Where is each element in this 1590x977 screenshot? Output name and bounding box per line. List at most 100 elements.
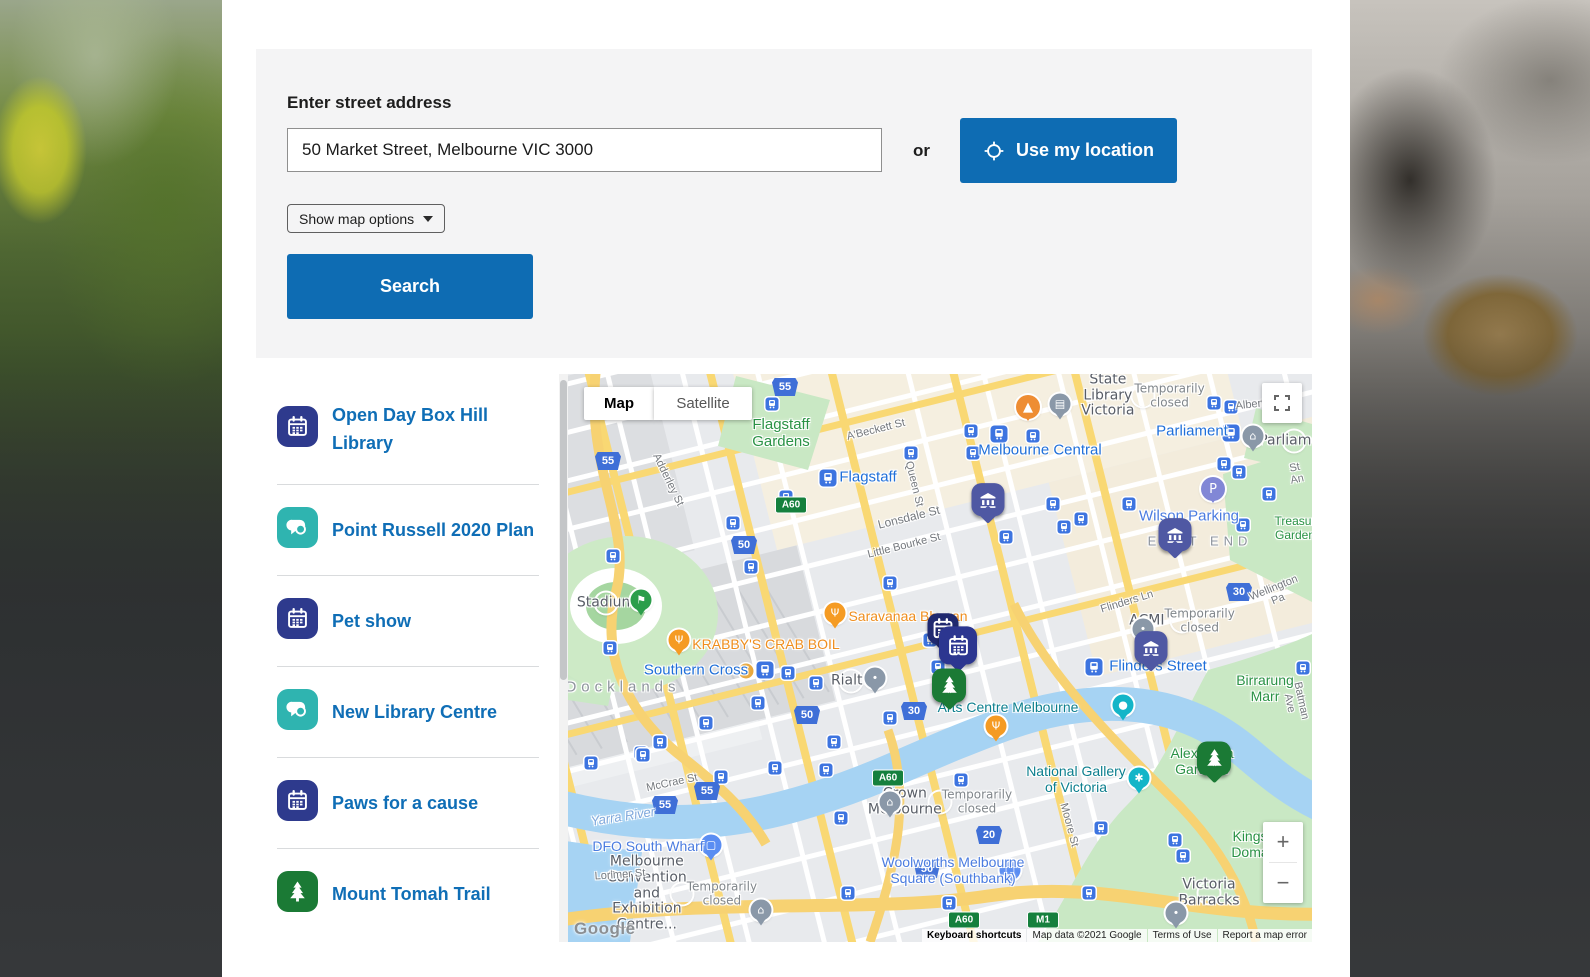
map-label: National Gallery of Victoria xyxy=(1026,763,1126,795)
poi-bag-pin: ▢ xyxy=(700,834,722,856)
tram-stop-icon xyxy=(999,530,1013,544)
result-marker-museum[interactable] xyxy=(971,483,1005,524)
result-calendar-pin-icon xyxy=(277,597,318,645)
result-link[interactable]: New Library Centre xyxy=(332,698,497,726)
tram-stop-icon xyxy=(744,560,758,574)
map-label: ACMITemporarily closed xyxy=(1129,606,1235,634)
address-input[interactable] xyxy=(287,128,882,172)
tram-stop-icon xyxy=(834,811,848,825)
result-link[interactable]: Point Russell 2020 Plan xyxy=(332,516,534,544)
geolocation-icon xyxy=(983,140,1005,162)
result-link[interactable]: Pet show xyxy=(332,607,411,635)
tram-stop-icon xyxy=(966,446,980,460)
tram-stop-icon xyxy=(653,735,667,749)
keyboard-shortcuts-link[interactable]: Keyboard shortcuts xyxy=(922,929,1027,942)
poi-dome-pin: ⌂ xyxy=(879,791,901,813)
map-type-button-map[interactable]: Map xyxy=(584,387,654,420)
tram-stop-icon xyxy=(1046,497,1060,511)
show-map-options-button[interactable]: Show map options xyxy=(287,204,446,233)
report-map-error-link[interactable]: Report a map error xyxy=(1217,929,1312,942)
tram-stop-icon xyxy=(584,756,598,770)
show-map-options-label: Show map options xyxy=(299,210,415,227)
poi-dome-pin: ⌂ xyxy=(1242,425,1264,447)
poi-generic-pin: • xyxy=(1165,902,1187,924)
tram-stop-icon xyxy=(714,770,728,784)
map-label: Flagstaff Gardens xyxy=(752,416,810,450)
results-section: Open Day Box Hill Library Point Russell 2… xyxy=(256,374,1312,942)
map-label: Rialto xyxy=(831,671,871,692)
train-station-icon xyxy=(819,469,837,487)
tram-route-icon: T xyxy=(738,663,754,679)
list-item: New Library Centre xyxy=(277,667,539,758)
result-speech-pin-icon xyxy=(277,506,318,554)
fullscreen-icon xyxy=(1274,395,1290,411)
result-tree-pin-icon xyxy=(277,870,318,918)
results-list: Open Day Box Hill Library Point Russell 2… xyxy=(256,374,559,942)
poi-restaurant-pin: Ψ xyxy=(985,715,1007,737)
map-label: Victoria Barracks xyxy=(1178,876,1240,908)
route-shield: 50 xyxy=(794,706,820,724)
result-calendar-pin-icon xyxy=(277,405,318,453)
tram-stop-icon xyxy=(942,896,956,910)
scrollbar-thumb[interactable] xyxy=(560,380,567,680)
search-button[interactable]: Search xyxy=(287,254,533,319)
map-label: KRABBY'S CRAB BOIL xyxy=(692,636,840,653)
map-label: Wellington Pa xyxy=(1247,572,1300,608)
zoom-out-button[interactable]: − xyxy=(1263,863,1303,903)
zoom-control: + − xyxy=(1263,822,1303,903)
terms-of-use-link[interactable]: Terms of Use xyxy=(1147,929,1217,942)
google-logo[interactable]: Google xyxy=(574,919,636,939)
train-station-icon xyxy=(990,425,1008,443)
result-link[interactable]: Mount Tomah Trail xyxy=(332,880,491,908)
map-label: Batman Ave xyxy=(1281,680,1312,721)
tram-stop-icon xyxy=(1168,833,1182,847)
poi-restaurant-pin: Ψ xyxy=(668,629,690,651)
tram-stop-icon xyxy=(904,446,918,460)
map-label: Parliamen xyxy=(1259,431,1312,452)
address-search-panel: Enter street address or Use my location … xyxy=(256,49,1312,358)
tram-stop-icon xyxy=(883,711,897,725)
route-shield: 20 xyxy=(976,826,1002,844)
map-label: Melbourne Central xyxy=(978,441,1102,459)
tram-stop-icon xyxy=(781,666,795,680)
map-label: Treasur xyxy=(1274,514,1312,529)
tram-stop-icon xyxy=(1207,396,1221,410)
map-label: Yarra River xyxy=(589,803,657,829)
map-label: State Library Victoria Temporarily closed xyxy=(1081,374,1205,419)
tram-stop-icon xyxy=(1296,661,1310,675)
result-marker-museum[interactable] xyxy=(1134,631,1168,672)
map-label: Stadium xyxy=(577,593,635,614)
use-my-location-button[interactable]: Use my location xyxy=(960,118,1177,183)
tram-stop-icon xyxy=(606,549,620,563)
decorative-photo-right xyxy=(1350,0,1590,977)
results-scrollbar[interactable] xyxy=(559,374,568,942)
route-shield: A60 xyxy=(873,770,903,786)
list-item: Open Day Box Hill Library xyxy=(277,374,539,485)
map-label: Docklands xyxy=(568,678,681,696)
poi-stadium-pin: ⚑ xyxy=(630,589,652,611)
tram-stop-icon xyxy=(1122,497,1136,511)
use-my-location-label: Use my location xyxy=(1015,140,1155,160)
list-item: Paws for a cause xyxy=(277,758,539,849)
map-data-text: Map data ©2021 Google xyxy=(1027,929,1147,942)
tram-stop-icon xyxy=(1082,886,1096,900)
google-map[interactable]: Flagstaff Gardens Flagstaff Melbourne Cent… xyxy=(568,374,1312,942)
result-marker-calendar[interactable] xyxy=(939,626,977,673)
map-label: DFO South Wharf xyxy=(592,838,704,855)
result-marker-museum[interactable] xyxy=(1158,518,1192,559)
map-label: Birrarung Marr xyxy=(1236,672,1294,704)
tram-stop-icon xyxy=(819,763,833,777)
zoom-in-button[interactable]: + xyxy=(1263,822,1303,862)
map-type-button-satellite[interactable]: Satellite xyxy=(654,387,752,420)
train-station-icon xyxy=(1222,424,1240,442)
result-link[interactable]: Paws for a cause xyxy=(332,789,478,817)
result-marker-tree[interactable] xyxy=(932,668,966,711)
tram-stop-icon xyxy=(1074,512,1088,526)
tram-stop-icon xyxy=(1057,520,1071,534)
result-marker-tree[interactable] xyxy=(1197,741,1231,784)
result-link[interactable]: Open Day Box Hill Library xyxy=(332,401,539,457)
tram-stop-icon xyxy=(765,397,779,411)
list-item: Pet show xyxy=(277,576,539,667)
fullscreen-button[interactable] xyxy=(1262,383,1302,423)
tram-stop-icon xyxy=(1236,518,1250,532)
